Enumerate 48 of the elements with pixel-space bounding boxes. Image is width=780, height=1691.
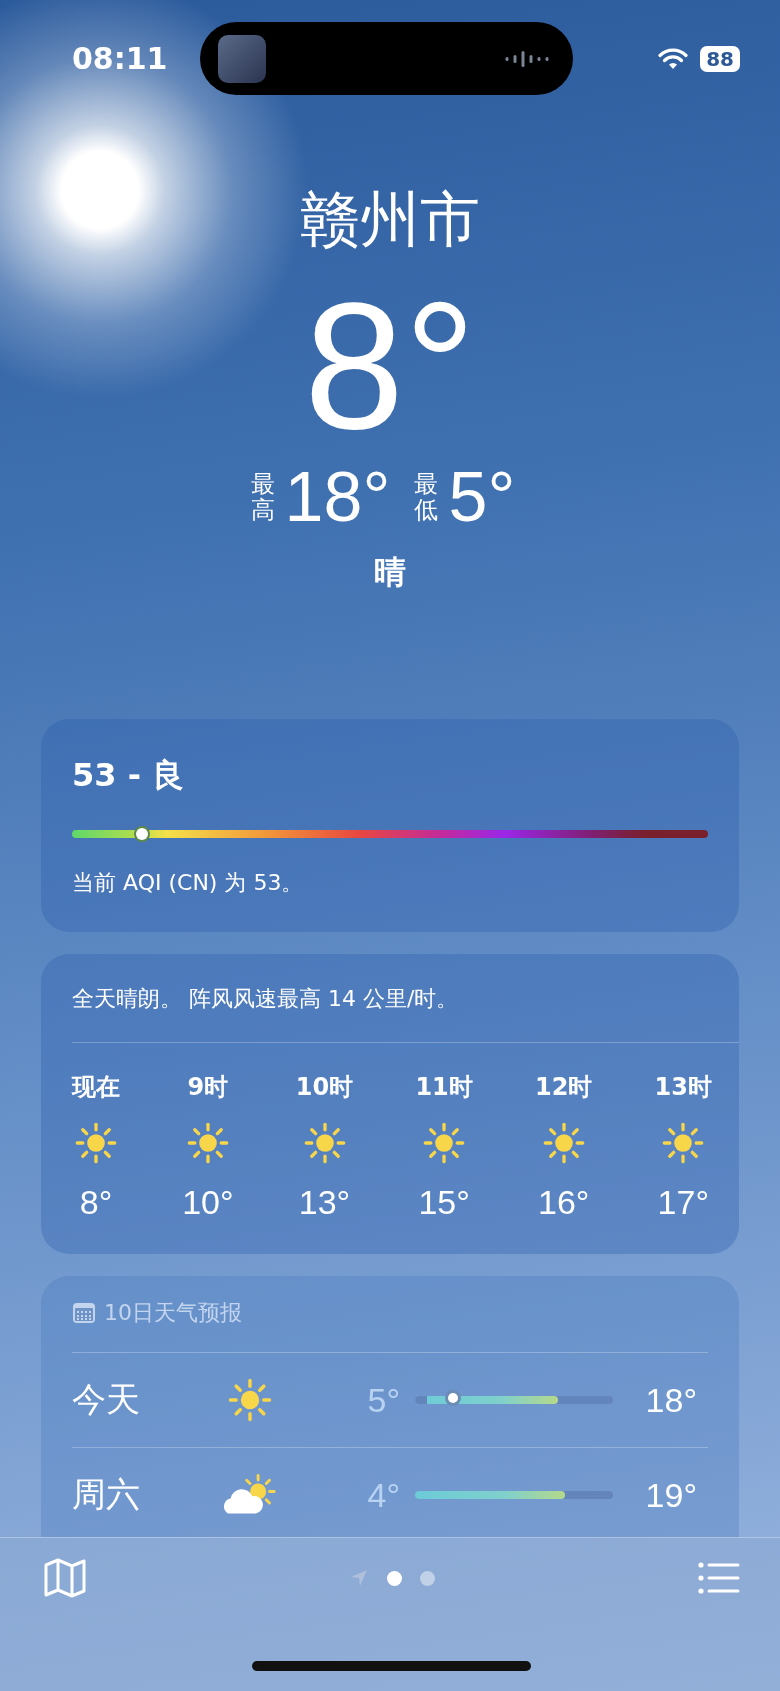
calendar-icon (72, 1302, 96, 1324)
low-temperature: 5° (366, 1380, 401, 1420)
high-temperature: 18° (644, 1380, 697, 1420)
aqi-description: 当前 AQI (CN) 为 53。 (72, 869, 305, 897)
low-temperature: 4° (366, 1475, 401, 1515)
page-dot[interactable] (420, 1570, 435, 1586)
waveform-icon (505, 49, 549, 68)
day-label: 周六 (72, 1473, 141, 1516)
daily-forecast-title: 10日天气预报 (104, 1299, 242, 1327)
sun-icon (302, 1121, 347, 1165)
sun-icon (661, 1121, 706, 1165)
list-button[interactable] (698, 1561, 740, 1595)
current-location-page[interactable] (349, 1568, 369, 1588)
hour-label: 11时 (415, 1072, 473, 1103)
low-temperature: 5° (448, 457, 516, 537)
sun-icon (541, 1121, 586, 1165)
sun-icon (422, 1121, 467, 1165)
hour-label: 13时 (654, 1072, 712, 1103)
high-label: 最高 (250, 470, 275, 524)
battery-level: 88 (700, 45, 740, 72)
album-art-placeholder (218, 34, 266, 83)
hour-label: 现在 (72, 1072, 120, 1103)
current-temperature: 8° (302, 281, 478, 451)
air-quality-card[interactable]: 53 - 良 当前 AQI (CN) 为 53。 (41, 719, 739, 932)
hour-label: 9时 (187, 1072, 229, 1103)
hour-temperature: 15° (418, 1183, 470, 1222)
forecast-summary: 全天晴朗。 阵风风速最高 14 公里/时。 (72, 984, 739, 1043)
status-time: 08:11 (72, 41, 169, 76)
hour-label: 10时 (295, 1072, 354, 1103)
hour-temperature: 10° (182, 1183, 234, 1222)
high-temperature: 18° (284, 457, 391, 537)
sun-icon (227, 1377, 273, 1423)
sun-icon (74, 1121, 118, 1165)
aqi-value: 53 - 良 (72, 755, 186, 796)
hour-temperature: 17° (657, 1183, 709, 1222)
hour-temperature: 16° (537, 1183, 590, 1222)
hour-label: 12时 (535, 1072, 593, 1103)
weather-condition: 晴 (373, 552, 407, 593)
sun-icon (185, 1121, 230, 1165)
city-name: 赣州市 (299, 183, 481, 256)
low-label: 最低 (414, 470, 439, 524)
day-label: 今天 (72, 1378, 141, 1421)
hour-temperature: 13° (298, 1183, 351, 1222)
hour-temperature: 8° (79, 1183, 113, 1222)
page-dot[interactable] (387, 1570, 402, 1586)
wifi-icon (658, 47, 689, 70)
high-temperature: 19° (644, 1475, 697, 1515)
map-button[interactable] (44, 1558, 86, 1598)
